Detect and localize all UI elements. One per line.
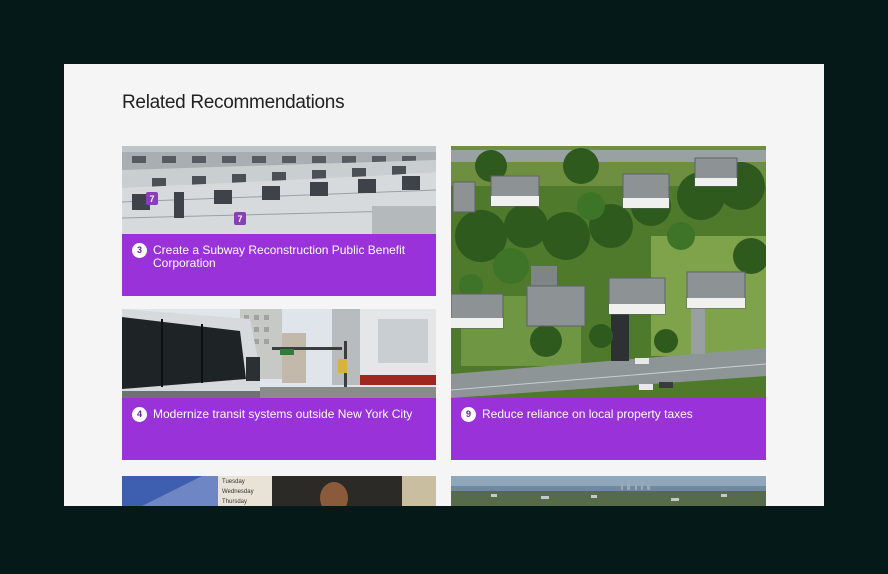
classroom-photo: Tuesday Wednesday Thursday (122, 476, 436, 506)
recommendation-card-property-taxes[interactable]: 9 Reduce reliance on local property taxe… (451, 146, 766, 460)
route-7-badge: 7 (149, 194, 154, 204)
recommendation-number: 4 (132, 407, 147, 422)
aerial-suburb-photo (451, 146, 766, 398)
recommendation-number: 9 (461, 407, 476, 422)
route-7-badge-2: 7 (237, 214, 242, 224)
board-word-1: Tuesday (222, 479, 245, 485)
board-word-3: Thursday (222, 499, 247, 505)
recommendation-card-subway[interactable]: 7 7 3 Create a Subway Reconstruction Pub… (122, 146, 436, 296)
related-recommendations-panel: Related Recommendations 7 7 3 Create a S… (64, 64, 824, 506)
recommendation-card-classroom[interactable]: Tuesday Wednesday Thursday (122, 476, 436, 506)
card-caption: 9 Reduce reliance on local property taxe… (451, 398, 766, 460)
recommendation-title[interactable]: Create a Subway Reconstruction Public Be… (153, 244, 422, 270)
recommendation-number: 3 (132, 243, 147, 258)
subway-trains-photo: 7 7 (122, 146, 436, 234)
skyline-aerial-photo (451, 476, 766, 506)
card-caption: 3 Create a Subway Reconstruction Public … (122, 234, 436, 296)
recommendation-card-skyline[interactable] (451, 476, 766, 506)
section-title: Related Recommendations (122, 92, 345, 113)
card-caption: 4 Modernize transit systems outside New … (122, 398, 436, 460)
city-bus-photo (122, 309, 436, 398)
recommendation-card-transit[interactable]: 4 Modernize transit systems outside New … (122, 309, 436, 460)
recommendation-title[interactable]: Modernize transit systems outside New Yo… (153, 408, 422, 421)
board-word-2: Wednesday (222, 489, 254, 495)
recommendation-title[interactable]: Reduce reliance on local property taxes (482, 408, 752, 421)
